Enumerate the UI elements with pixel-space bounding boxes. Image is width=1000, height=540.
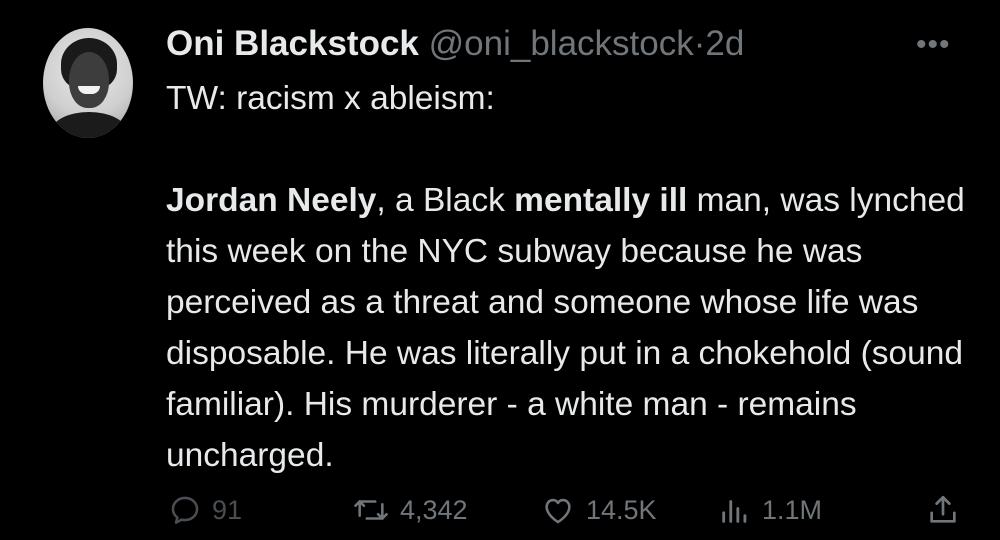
retweet-button[interactable]: 4,342 — [352, 492, 468, 528]
views-count: 1.1M — [762, 494, 823, 525]
share-icon — [930, 495, 956, 523]
like-button[interactable]: 14.5K — [540, 492, 657, 528]
avatar-face — [69, 52, 109, 108]
tweet-paragraph-2: Jordan Neely, a Black mentally ill man, … — [166, 175, 986, 481]
text-span-1: , a Black — [376, 182, 515, 219]
tweet-text: TW: racism x ableism: Jordan Neely, a Bl… — [166, 73, 986, 481]
author-name[interactable]: Oni Blackstock — [166, 24, 419, 63]
tweet: Oni Blackstock @oni_blackstock·2d ••• TW… — [0, 0, 1000, 540]
tweet-timestamp[interactable]: 2d — [705, 24, 744, 63]
separator-dot: · — [693, 24, 706, 63]
author-handle[interactable]: @oni_blackstock — [429, 24, 694, 63]
tweet-header: Oni Blackstock @oni_blackstock·2d — [166, 22, 744, 66]
action-bar: 91 4,342 14.5K 1.1M — [0, 492, 1000, 528]
reply-icon — [171, 496, 199, 524]
views-button[interactable]: 1.1M — [718, 492, 822, 528]
retweet-icon — [354, 500, 388, 520]
more-icon[interactable]: ••• — [916, 30, 951, 60]
text-span-2: man, was lynched this week on the NYC su… — [166, 182, 965, 474]
bold-phrase: mentally ill — [514, 182, 688, 219]
views-icon — [722, 500, 747, 523]
like-count: 14.5K — [586, 494, 657, 525]
reply-button[interactable]: 91 — [168, 492, 242, 528]
bold-name: Jordan Neely — [166, 182, 377, 219]
avatar[interactable] — [43, 28, 133, 138]
heart-icon — [545, 498, 571, 524]
share-button[interactable] — [926, 492, 960, 528]
tweet-line-1: TW: racism x ableism: — [166, 80, 495, 117]
reply-count: 91 — [212, 494, 243, 525]
avatar-shoulders — [51, 112, 127, 138]
retweet-count: 4,342 — [400, 494, 468, 525]
